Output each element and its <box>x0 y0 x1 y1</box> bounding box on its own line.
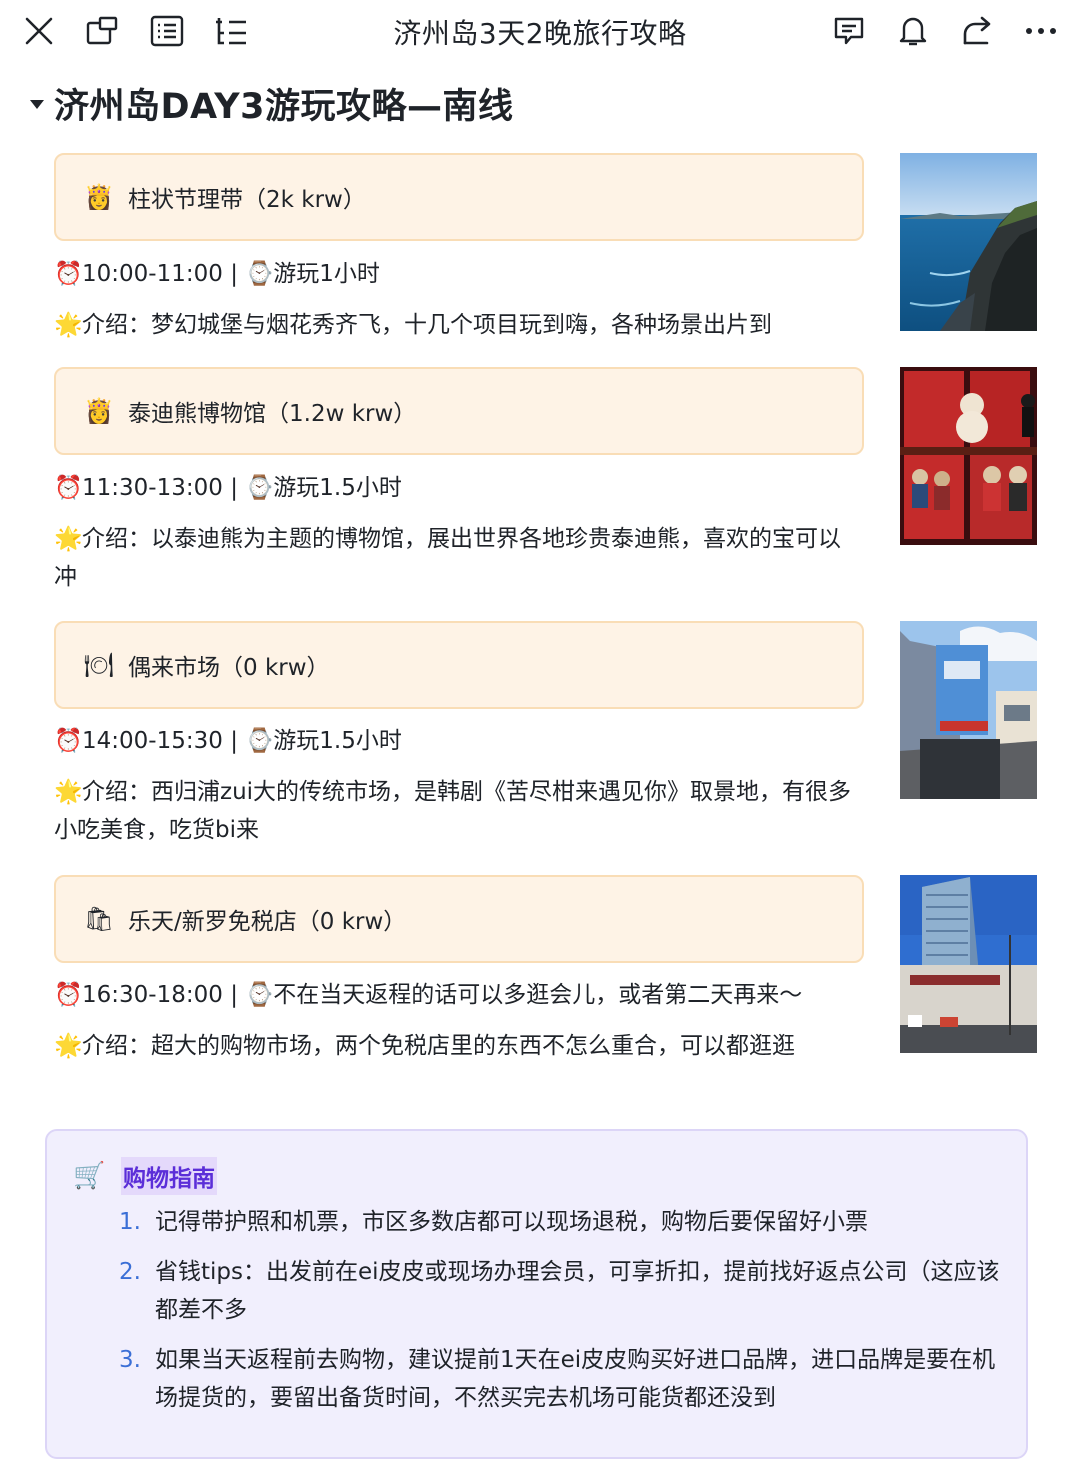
spot-time-line: ⏰10:00-11:00 | ⌚游玩1小时 <box>54 255 854 293</box>
spot-title: 柱状节理带（2k krw） <box>128 187 366 213</box>
bell-icon[interactable] <box>893 11 933 51</box>
list-item: 2. 省钱tips：出发前在ei皮皮或现场办理会员，可享折扣，提前找好返点公司（… <box>119 1253 1009 1329</box>
list-number: 1. <box>119 1209 141 1235</box>
duty-free-building-photo[interactable] <box>900 875 1037 1053</box>
princess-emoji-icon: 👸 <box>84 397 114 425</box>
separator: | <box>230 261 238 287</box>
spot-time: 16:30-18:00 <box>82 982 223 1008</box>
spot-time: 10:00-11:00 <box>82 261 223 287</box>
coastal-cliffs-photo[interactable] <box>900 153 1037 331</box>
collapse-triangle-icon[interactable] <box>30 100 44 109</box>
alarm-clock-icon: ⏰ <box>54 261 83 287</box>
separator: | <box>230 982 238 1008</box>
spot-title: 偶来市场（0 krw） <box>128 655 330 681</box>
spot-intro-line: 🌟介绍：以泰迪熊为主题的博物馆，展出世界各地珍贵泰迪熊，喜欢的宝可以冲 <box>54 520 854 596</box>
teddy-bear-display-photo[interactable] <box>900 367 1037 545</box>
spot-card-3[interactable]: 🍽 偶来市场（0 krw） <box>54 621 864 709</box>
list-number: 3. <box>119 1347 141 1373</box>
spot-title: 泰迪熊博物馆（1.2w krw） <box>128 401 417 427</box>
comment-icon[interactable] <box>829 11 869 51</box>
shopping-bags-icon: 🛍 <box>83 905 115 933</box>
list-number: 2. <box>119 1259 141 1285</box>
star-icon: 🌟 <box>54 779 83 805</box>
plate-cutlery-icon: 🍽 <box>83 651 115 679</box>
guide-title: 购物指南 <box>121 1157 217 1195</box>
princess-emoji-icon: 👸 <box>84 183 114 211</box>
spot-title: 乐天/新罗免税店（0 krw） <box>128 909 407 935</box>
spot-card-2[interactable]: 👸 泰迪熊博物馆（1.2w krw） <box>54 367 864 455</box>
list-item: 1. 记得带护照和机票，市区多数店都可以现场退税，购物后要保留好小票 <box>119 1203 1009 1241</box>
spot-duration: 游玩1.5小时 <box>273 475 402 501</box>
section-heading: 济州岛DAY3游玩攻略—南线 <box>54 87 514 127</box>
spot-intro-line: 🌟介绍：梦幻城堡与烟花秀齐飞，十几个项目玩到嗨，各种场景出片到 <box>54 306 854 344</box>
spot-intro: 介绍：以泰迪熊为主题的博物馆，展出世界各地珍贵泰迪熊，喜欢的宝可以冲 <box>54 526 841 590</box>
spot-time: 11:30-13:00 <box>82 475 223 501</box>
spot-card-1[interactable]: 👸 柱状节理带（2k krw） <box>54 153 864 241</box>
spot-intro: 介绍：梦幻城堡与烟花秀齐飞，十几个项目玩到嗨，各种场景出片到 <box>82 312 772 338</box>
separator: | <box>230 475 238 501</box>
spot-intro-line: 🌟介绍：西归浦zui大的传统市场，是韩剧《苦尽柑来遇见你》取景地，有很多小吃美食… <box>54 773 854 849</box>
list-text: 省钱tips：出发前在ei皮皮或现场办理会员，可享折扣，提前找好返点公司（这应该… <box>155 1259 1000 1323</box>
watch-icon: ⌚ <box>245 261 274 287</box>
alarm-clock-icon: ⏰ <box>54 982 83 1008</box>
spot-intro: 介绍：超大的购物市场，两个免税店里的东西不怎么重合，可以都逛逛 <box>82 1033 795 1059</box>
star-icon: 🌟 <box>54 526 83 552</box>
alarm-clock-icon: ⏰ <box>54 728 83 754</box>
market-gate-photo[interactable] <box>900 621 1037 799</box>
share-icon[interactable] <box>957 11 997 51</box>
section-heading-row: 济州岛DAY3游玩攻略—南线 <box>30 78 514 129</box>
watch-icon: ⌚ <box>245 475 274 501</box>
spot-duration: 不在当天返程的话可以多逛会儿，或者第二天再来～ <box>273 982 803 1008</box>
separator: | <box>230 728 238 754</box>
star-icon: 🌟 <box>54 312 83 338</box>
top-bar: 济州岛3天2晚旅行攻略 <box>0 0 1080 62</box>
list-item: 3. 如果当天返程前去购物，建议提前1天在ei皮皮购买好进口品牌，进口品牌是要在… <box>119 1341 1009 1417</box>
more-icon[interactable] <box>1021 11 1061 51</box>
list-text: 如果当天返程前去购物，建议提前1天在ei皮皮购买好进口品牌，进口品牌是要在机场提… <box>155 1347 996 1411</box>
spot-duration: 游玩1小时 <box>273 261 380 287</box>
star-icon: 🌟 <box>54 1033 83 1059</box>
shopping-cart-icon: 🛒 <box>73 1161 106 1191</box>
spot-card-4[interactable]: 🛍 乐天/新罗免税店（0 krw） <box>54 875 864 963</box>
watch-icon: ⌚ <box>245 982 274 1008</box>
list-text: 记得带护照和机票，市区多数店都可以现场退税，购物后要保留好小票 <box>155 1209 868 1235</box>
alarm-clock-icon: ⏰ <box>54 475 83 501</box>
guide-list: 1. 记得带护照和机票，市区多数店都可以现场退税，购物后要保留好小票 2. 省钱… <box>119 1203 1009 1429</box>
spot-intro-line: 🌟介绍：超大的购物市场，两个免税店里的东西不怎么重合，可以都逛逛 <box>54 1027 854 1065</box>
spot-time-line: ⏰11:30-13:00 | ⌚游玩1.5小时 <box>54 469 854 507</box>
spot-duration: 游玩1.5小时 <box>273 728 402 754</box>
guide-header: 🛒 购物指南 <box>73 1157 217 1195</box>
spot-time-line: ⏰14:00-15:30 | ⌚游玩1.5小时 <box>54 722 854 760</box>
watch-icon: ⌚ <box>245 728 274 754</box>
spot-time-line: ⏰16:30-18:00 | ⌚不在当天返程的话可以多逛会儿，或者第二天再来～ <box>54 976 884 1014</box>
spot-intro: 介绍：西归浦zui大的传统市场，是韩剧《苦尽柑来遇见你》取景地，有很多小吃美食，… <box>54 779 852 843</box>
spot-time: 14:00-15:30 <box>82 728 223 754</box>
shopping-guide-callout: 🛒 购物指南 1. 记得带护照和机票，市区多数店都可以现场退税，购物后要保留好小… <box>45 1129 1028 1459</box>
